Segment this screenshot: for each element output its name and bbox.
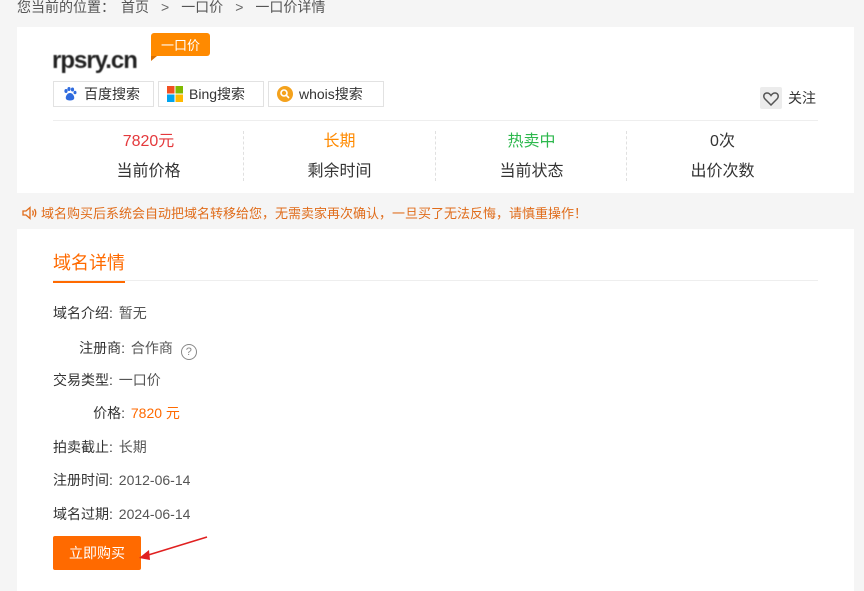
follow-label: 关注 [788,90,816,106]
speaker-icon [22,205,38,220]
detail-value: 长期 [118,439,147,455]
stat-value: 长期 [323,133,356,150]
detail-value: 2012-06-14 [118,472,191,488]
bing-icon [167,86,183,102]
detail-key: 交易类型: [53,372,113,388]
breadcrumb-fixed-price[interactable]: 一口价 [181,0,223,15]
detail-value: 2024-06-14 [118,506,191,522]
stat-label: 出价次数 [690,163,755,180]
detail-key: 域名介绍: [53,305,113,321]
detail-row-expire: 域名过期: 2024-06-14 [53,504,190,524]
detail-key: 价格: [93,405,125,421]
domain-details-card: 域名详情 域名介绍: 暂无 注册商: 合作商 ? 交易类型: 一口价 价格: 7… [17,229,854,591]
stat-value: 0次 [710,133,735,150]
whois-icon [277,86,293,102]
fixed-price-tag: 一口价 [151,33,211,61]
divider [53,280,818,281]
stat-label: 当前价格 [116,163,181,180]
follow-button[interactable]: 关注 [760,87,816,109]
detail-value: 合作商 [130,340,173,356]
detail-key: 注册时间: [53,472,113,488]
breadcrumb-prefix: 您当前的位置： [17,0,115,15]
baidu-search-label: 百度搜索 [84,86,140,102]
breadcrumb-separator: > [161,0,170,15]
stat-bid-count: 0次 出价次数 [627,131,818,181]
detail-row-reg-date: 注册时间: 2012-06-14 [53,470,190,490]
detail-value: 暂无 [118,305,147,321]
stat-label: 当前状态 [499,163,564,180]
stat-value: 热卖中 [507,133,556,150]
stat-current-status: 热卖中 当前状态 [436,131,627,181]
detail-row-registrar: 注册商: 合作商 ? [53,338,197,360]
whois-search-button[interactable]: whois搜索 [268,81,384,107]
notice-text: 域名购买后系统会自动把域名转移给您，无需卖家再次确认，一旦买了无法反悔，请慎重操… [41,206,588,221]
stat-value: 7820元 [122,133,175,150]
domain-summary-card: rpsry.cn 一口价 百度搜索 Bing搜索 whois搜索 关注 7820… [17,27,854,193]
baidu-icon [62,86,78,102]
stat-current-price: 7820元 当前价格 [53,131,244,181]
detail-value: 一口价 [118,372,161,388]
detail-row-deadline: 拍卖截止: 长期 [53,437,147,457]
detail-key: 拍卖截止: [53,439,113,455]
breadcrumb: 您当前的位置： 首页 > 一口价 > 一口价详情 [17,0,331,17]
help-icon[interactable]: ? [180,344,197,360]
detail-value: 7820 元 [130,405,180,421]
detail-key: 域名过期: [53,506,113,522]
detail-row-intro: 域名介绍: 暂无 [53,303,147,323]
heart-icon [760,87,782,109]
breadcrumb-current: 一口价详情 [255,0,326,15]
divider [53,120,818,121]
baidu-search-button[interactable]: 百度搜索 [53,81,154,107]
section-title: 域名详情 [53,249,125,283]
bing-search-label: Bing搜索 [189,86,246,102]
stat-label: 剩余时间 [307,163,372,180]
detail-key: 注册商: [79,340,125,356]
bing-search-button[interactable]: Bing搜索 [158,81,264,107]
breadcrumb-home[interactable]: 首页 [121,0,149,15]
breadcrumb-separator: > [235,0,244,15]
red-arrow-annotation [139,536,208,560]
buy-now-button[interactable]: 立即购买 [53,536,141,570]
stat-remaining-time: 长期 剩余时间 [244,131,435,181]
purchase-notice: 域名购买后系统会自动把域名转移给您，无需卖家再次确认，一旦买了无法反悔，请慎重操… [22,203,587,222]
whois-search-label: whois搜索 [299,86,363,102]
domain-name: rpsry.cn [52,47,138,74]
detail-row-price: 价格: 7820 元 [53,403,180,423]
detail-row-type: 交易类型: 一口价 [53,370,161,390]
